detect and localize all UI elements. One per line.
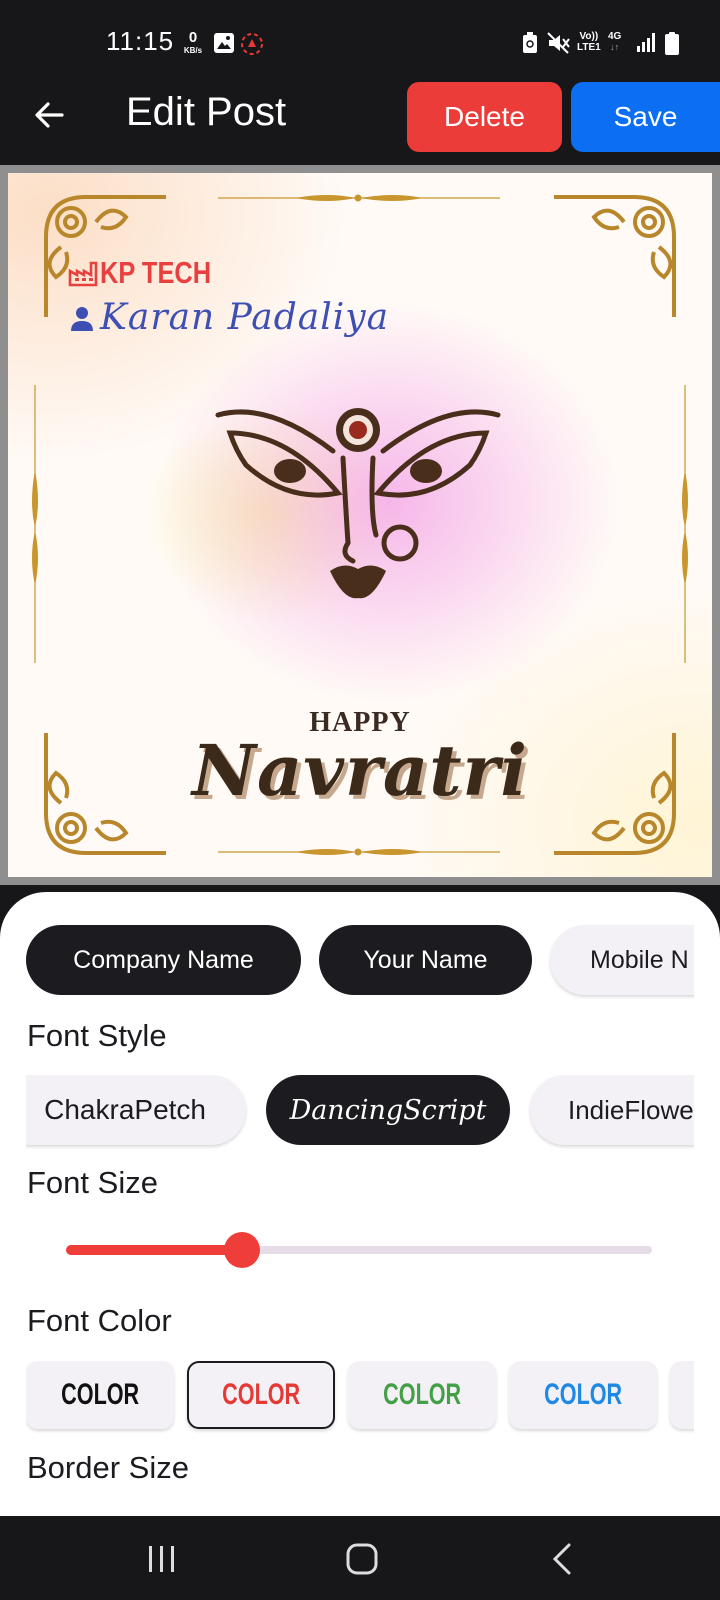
status-time: 11:15: [106, 26, 175, 56]
system-nav-bar: [0, 1516, 720, 1600]
battery-icon: [665, 32, 679, 55]
corner-ornament-icon: [554, 195, 676, 317]
color-option-label: COLOR: [382, 1378, 461, 1411]
network-type-indicator: 4G ↓↑: [608, 31, 622, 52]
lte-label: LTE1: [577, 42, 601, 53]
font-size-slider[interactable]: [66, 1230, 652, 1270]
field-tab-your-name[interactable]: Your Name: [319, 925, 532, 995]
color-option-label: COLOR: [543, 1378, 622, 1411]
recent-apps-icon[interactable]: [146, 1543, 178, 1575]
app-notification-icon: [241, 33, 263, 55]
color-option-label: COLOR: [60, 1378, 139, 1411]
field-tab-company-name[interactable]: Company Name: [26, 925, 301, 995]
volte-indicator: Vo)) LTE1: [577, 31, 601, 53]
data-speed-indicator: 0 KB/s: [180, 30, 206, 55]
page-title: Edit Post: [126, 90, 287, 134]
signal-icon: [637, 33, 655, 52]
volte-label: Vo)): [579, 31, 599, 42]
save-button[interactable]: Save: [571, 82, 720, 152]
back-nav-icon[interactable]: [550, 1542, 574, 1576]
status-bar: 11:15 0 KB/s Vo)) LTE1 4G ↓↑: [0, 0, 720, 82]
person-icon: [71, 307, 93, 331]
gallery-icon: [214, 33, 234, 53]
field-tab-row[interactable]: Company Name Your Name Mobile N: [26, 925, 694, 999]
mute-icon: [547, 32, 570, 54]
edit-options-sheet: Company Name Your Name Mobile N Font Sty…: [0, 892, 720, 1516]
post-greeting-large: Navratri: [191, 729, 529, 812]
font-option-dancingscript[interactable]: DancingScript: [266, 1075, 510, 1145]
home-icon[interactable]: [345, 1542, 379, 1576]
factory-icon: [68, 261, 98, 287]
network-type-label: 4G: [608, 31, 622, 42]
post-company-name[interactable]: KP TECH: [100, 255, 211, 291]
post-preview-frame: KP TECH Karan Padaliya HAPPY Navratri: [0, 165, 720, 885]
font-color-row[interactable]: COLOR COLOR COLOR COLOR: [26, 1361, 694, 1435]
data-speed-value: 0: [188, 29, 198, 46]
post-canvas[interactable]: KP TECH Karan Padaliya HAPPY Navratri: [8, 173, 712, 877]
color-option-black[interactable]: COLOR: [26, 1361, 174, 1429]
font-style-label: Font Style: [27, 1018, 167, 1053]
color-option-blue[interactable]: COLOR: [509, 1361, 657, 1429]
font-option-chakrapetch[interactable]: ChakraPetch: [26, 1075, 246, 1145]
goddess-face-illustration: [215, 408, 501, 599]
back-arrow-icon[interactable]: [32, 98, 66, 132]
font-color-label: Font Color: [27, 1303, 172, 1338]
app-bar: Edit Post Delete Save: [0, 82, 720, 164]
battery-saver-icon: [523, 32, 537, 53]
field-tab-mobile-number[interactable]: Mobile N: [550, 925, 694, 995]
delete-button[interactable]: Delete: [407, 82, 562, 152]
color-option-green[interactable]: COLOR: [348, 1361, 496, 1429]
color-option-more[interactable]: [670, 1361, 694, 1429]
font-option-indieflower[interactable]: IndieFlowe: [530, 1075, 694, 1145]
data-speed-unit: KB/s: [183, 46, 203, 55]
color-option-red[interactable]: COLOR: [187, 1361, 335, 1429]
post-person-name[interactable]: Karan Padaliya: [100, 297, 389, 338]
font-style-row[interactable]: ChakraPetch DancingScript IndieFlowe: [26, 1075, 694, 1149]
slider-fill: [66, 1245, 242, 1255]
slider-thumb[interactable]: [224, 1232, 260, 1268]
border-size-label: Border Size: [27, 1450, 189, 1485]
font-size-label: Font Size: [27, 1165, 158, 1200]
color-option-label: COLOR: [221, 1378, 300, 1411]
